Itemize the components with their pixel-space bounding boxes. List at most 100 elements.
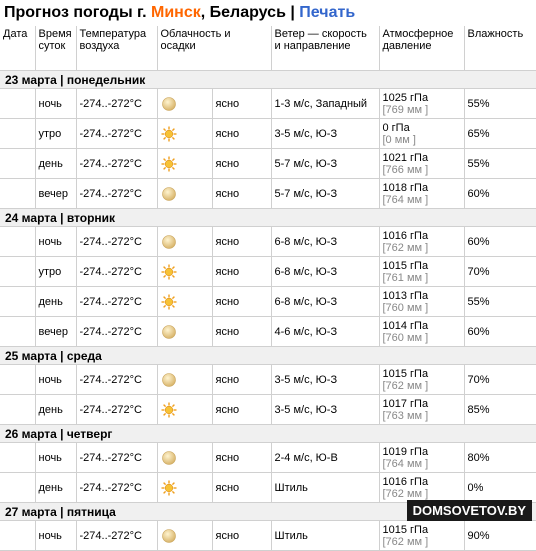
pressure-mm: [763 мм ] xyxy=(382,409,429,422)
sky-condition: ясно xyxy=(212,226,272,257)
sky-condition: ясно xyxy=(212,118,272,149)
wind: 5-7 м/с, Ю-З xyxy=(271,178,380,209)
wind: 1-3 м/с, Западный xyxy=(271,88,380,119)
table-row: вечер -274..-272°C ясно 4-6 м/с, Ю-З 1014 гП… xyxy=(0,316,536,347)
wind: 5-7 м/с, Ю-З xyxy=(271,148,380,179)
date-cell xyxy=(0,442,36,473)
pressure: 1018 гПа [764 мм ] xyxy=(379,178,465,209)
pressure-hpa: 1014 гПа xyxy=(382,319,429,332)
table-row: день -274..-272°C ясно 6-8 м/с, Ю-З 1013 гПа… xyxy=(0,286,536,317)
time-of-day: ночь xyxy=(35,520,77,551)
table-header-row: Дата Время суток Температура воздуха Обл… xyxy=(0,26,536,71)
time-of-day: ночь xyxy=(35,442,77,473)
humidity: 70% xyxy=(464,364,536,395)
sky-condition: ясно xyxy=(212,286,272,317)
pressure: 1015 гПа [762 мм ] xyxy=(379,520,465,551)
sky-condition: ясно xyxy=(212,88,272,119)
col-clouds: Облачность и осадки xyxy=(157,26,272,71)
forecast-table: Дата Время суток Температура воздуха Обл… xyxy=(0,26,536,551)
table-row: ночь -274..-272°C ясно 2-4 м/с, Ю-В 1019 гПа… xyxy=(0,442,536,473)
humidity: 60% xyxy=(464,316,536,347)
time-of-day: утро xyxy=(35,256,77,287)
date-cell xyxy=(0,316,36,347)
sky-condition: ясно xyxy=(212,520,272,551)
humidity: 85% xyxy=(464,394,536,425)
table-row: день -274..-272°C ясно Штиль 1016 гПа [762 мм… xyxy=(0,472,536,503)
humidity: 55% xyxy=(464,148,536,179)
wind: 3-5 м/с, Ю-З xyxy=(271,118,380,149)
sky-condition: ясно xyxy=(212,442,272,473)
time-of-day: день xyxy=(35,148,77,179)
moon-icon xyxy=(157,88,213,119)
pressure-hpa: 1021 гПа xyxy=(382,151,429,164)
wind: 3-5 м/с, Ю-З xyxy=(271,364,380,395)
humidity: 55% xyxy=(464,286,536,317)
pressure: 1013 гПа [760 мм ] xyxy=(379,286,465,317)
temperature: -274..-272°C xyxy=(76,520,158,551)
table-row: вечер -274..-272°C ясно 5-7 м/с, Ю-З 1018 гП… xyxy=(0,178,536,209)
sun-icon xyxy=(157,394,213,425)
wind: 6-8 м/с, Ю-З xyxy=(271,256,380,287)
pressure-hpa: 1015 гПа xyxy=(382,259,429,272)
date-cell xyxy=(0,520,36,551)
sun-icon xyxy=(157,118,213,149)
moon-icon xyxy=(157,178,213,209)
pressure: 1014 гПа [760 мм ] xyxy=(379,316,465,347)
pressure-mm: [760 мм ] xyxy=(382,301,429,314)
pressure: 1015 гПа [761 мм ] xyxy=(379,256,465,287)
pressure-mm: [764 мм ] xyxy=(382,457,429,470)
table-row: ночь -274..-272°C ясно Штиль 1015 гПа [762 мм… xyxy=(0,520,536,551)
humidity: 0% xyxy=(464,472,536,503)
temperature: -274..-272°C xyxy=(76,148,158,179)
date-cell xyxy=(0,148,36,179)
pressure-hpa: 1015 гПа xyxy=(382,367,429,380)
humidity: 65% xyxy=(464,118,536,149)
day-header-row: 23 марта | понедельник xyxy=(0,70,536,89)
wind: 6-8 м/с, Ю-З xyxy=(271,286,380,317)
time-of-day: день xyxy=(35,394,77,425)
time-of-day: утро xyxy=(35,118,77,149)
pressure-hpa: 1019 гПа xyxy=(382,445,429,458)
temperature: -274..-272°C xyxy=(76,226,158,257)
date-cell xyxy=(0,178,36,209)
day-header-row: 26 марта | четверг xyxy=(0,424,536,443)
time-of-day: ночь xyxy=(35,226,77,257)
moon-icon xyxy=(157,316,213,347)
time-of-day: ночь xyxy=(35,364,77,395)
col-temp: Температура воздуха xyxy=(76,26,158,71)
date-cell xyxy=(0,364,36,395)
humidity: 60% xyxy=(464,178,536,209)
page-title: Прогноз погоды г. Минск, Беларусь | Печа… xyxy=(0,0,536,26)
temperature: -274..-272°C xyxy=(76,88,158,119)
print-link[interactable]: Печать xyxy=(299,4,355,21)
sky-condition: ясно xyxy=(212,256,272,287)
temperature: -274..-272°C xyxy=(76,316,158,347)
humidity: 55% xyxy=(464,88,536,119)
date-cell xyxy=(0,256,36,287)
date-cell xyxy=(0,394,36,425)
pressure-mm: [762 мм ] xyxy=(382,379,429,392)
table-row: день -274..-272°C ясно 5-7 м/с, Ю-З 1021 гПа… xyxy=(0,148,536,179)
sun-icon xyxy=(157,148,213,179)
table-row: ночь -274..-272°C ясно 3-5 м/с, Ю-З 1015 гПа… xyxy=(0,364,536,395)
sky-condition: ясно xyxy=(212,364,272,395)
col-wind: Ветер — скорость и направление xyxy=(271,26,380,71)
moon-icon xyxy=(157,520,213,551)
moon-icon xyxy=(157,226,213,257)
date-cell xyxy=(0,226,36,257)
day-header-row: 24 марта | вторник xyxy=(0,208,536,227)
title-prefix: Прогноз погоды г. xyxy=(4,4,147,21)
pressure-hpa: 1013 гПа xyxy=(382,289,429,302)
sky-condition: ясно xyxy=(212,472,272,503)
humidity: 80% xyxy=(464,442,536,473)
day-label: 24 марта | вторник xyxy=(0,208,536,227)
pressure: 1017 гПа [763 мм ] xyxy=(379,394,465,425)
humidity: 60% xyxy=(464,226,536,257)
pressure: 1019 гПа [764 мм ] xyxy=(379,442,465,473)
pressure-mm: [764 мм ] xyxy=(382,193,429,206)
col-humidity: Влажность xyxy=(464,26,536,71)
pressure-mm: [0 мм ] xyxy=(382,133,416,146)
temperature: -274..-272°C xyxy=(76,118,158,149)
pressure: 1025 гПа [769 мм ] xyxy=(379,88,465,119)
temperature: -274..-272°C xyxy=(76,286,158,317)
